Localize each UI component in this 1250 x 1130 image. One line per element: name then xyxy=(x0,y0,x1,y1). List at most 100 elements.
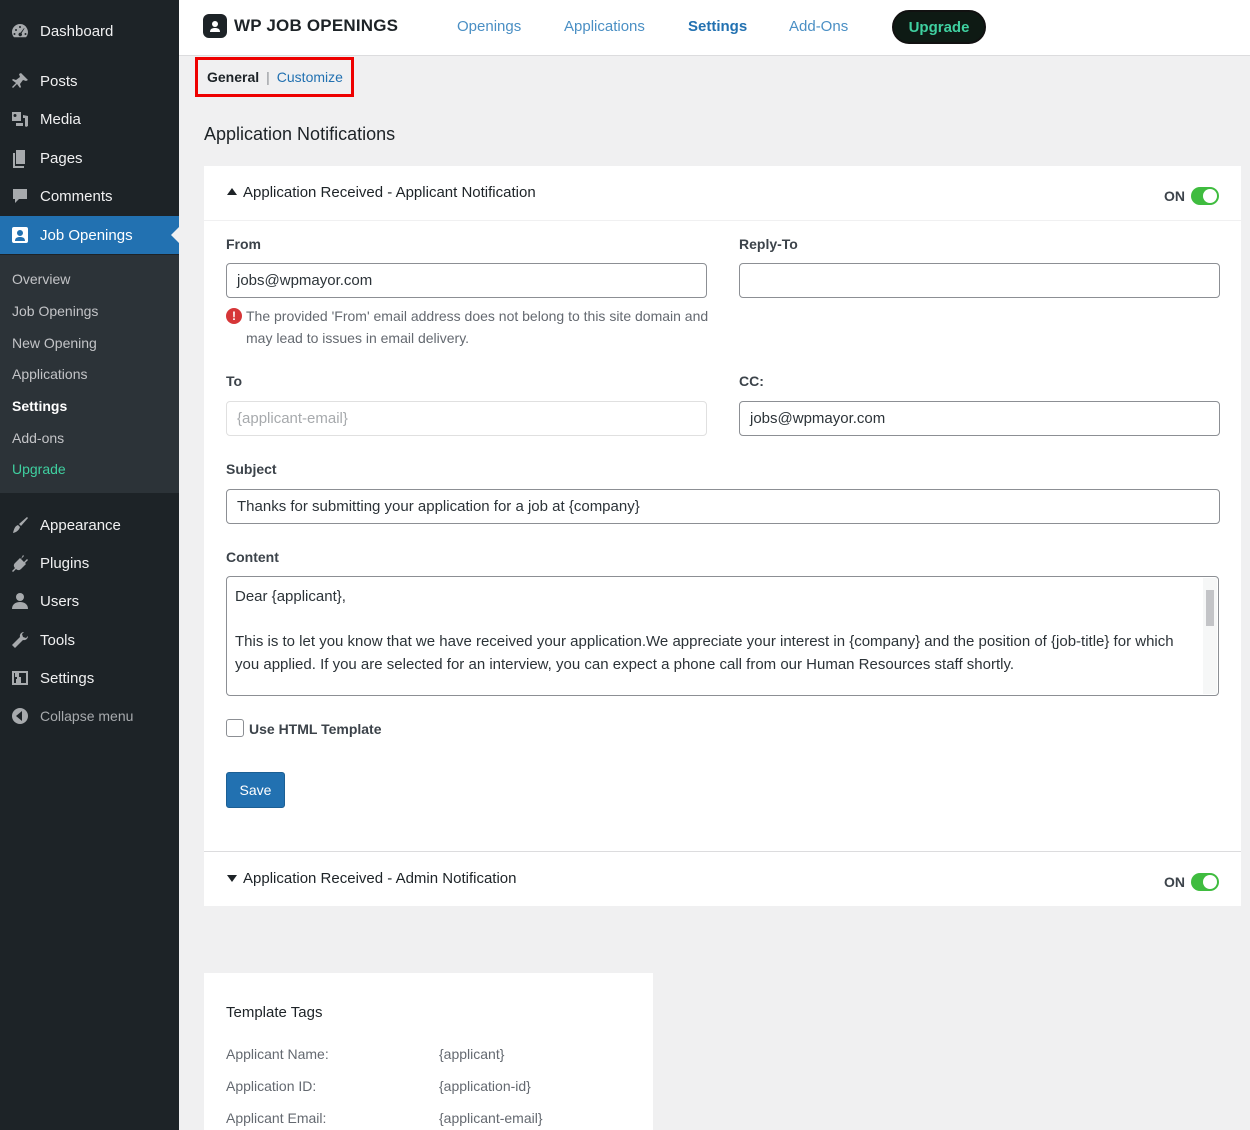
user-icon xyxy=(9,590,31,612)
caret-up-icon xyxy=(227,188,237,195)
sidebar-item-job-openings[interactable]: Job Openings xyxy=(0,216,179,254)
sidebar-collapse-menu[interactable]: Collapse menu xyxy=(0,697,179,735)
template-tags-title: Template Tags xyxy=(226,1004,323,1021)
sidebar-item-tools[interactable]: Tools xyxy=(0,621,179,659)
admin-toggle-group: ON xyxy=(1164,873,1219,891)
pages-icon xyxy=(9,147,31,169)
settings-icon xyxy=(9,667,31,689)
page-title: Application Notifications xyxy=(204,124,396,144)
dashboard-icon xyxy=(9,20,31,42)
nav-applications[interactable]: Applications xyxy=(564,18,645,35)
caret-down-icon xyxy=(227,875,237,882)
reply-to-label: Reply-To xyxy=(739,236,798,252)
nav-settings[interactable]: Settings xyxy=(688,18,747,35)
cc-field[interactable]: jobs@wpmayor.com xyxy=(739,401,1220,436)
toggle-label: ON xyxy=(1164,188,1185,204)
submenu-applications[interactable]: Applications xyxy=(12,366,88,382)
tag-key: Application ID: xyxy=(226,1078,317,1094)
subject-field[interactable]: Thanks for submitting your application f… xyxy=(226,489,1220,524)
sidebar-label: Collapse menu xyxy=(40,708,134,724)
to-label: To xyxy=(226,373,243,389)
sidebar-item-dashboard[interactable]: Dashboard xyxy=(0,12,179,50)
to-field: {applicant-email} xyxy=(226,401,707,436)
textarea-scrollbar[interactable] xyxy=(1203,578,1217,694)
submenu-upgrade[interactable]: Upgrade xyxy=(12,461,66,477)
admin-notification-title: Application Received - Admin Notificatio… xyxy=(243,870,517,887)
subject-label: Subject xyxy=(226,461,277,477)
notification-toggle-group: ON xyxy=(1164,187,1219,205)
scrollbar-thumb[interactable] xyxy=(1206,590,1214,626)
sidebar-label: Posts xyxy=(40,72,78,90)
submenu-overview[interactable]: Overview xyxy=(12,271,70,287)
job-openings-logo-icon xyxy=(203,14,227,38)
tag-value: {applicant-email} xyxy=(439,1110,543,1126)
applicant-notification-panel: Application Received - Applicant Notific… xyxy=(204,166,1241,906)
sidebar-item-posts[interactable]: Posts xyxy=(0,62,179,100)
sidebar-label: Job Openings xyxy=(40,226,133,244)
sidebar-item-media[interactable]: Media xyxy=(0,100,179,138)
toggle-label: ON xyxy=(1164,874,1185,890)
applicant-notification-toggle[interactable] xyxy=(1191,187,1219,205)
job-openings-icon xyxy=(9,224,31,246)
content-body: This is to let you know that we have rec… xyxy=(235,633,1174,673)
reply-to-field[interactable] xyxy=(739,263,1220,298)
submenu-add-ons[interactable]: Add-ons xyxy=(12,430,64,446)
sidebar-item-users[interactable]: Users xyxy=(0,582,179,620)
collapse-icon xyxy=(9,705,31,727)
submenu-new-opening[interactable]: New Opening xyxy=(12,335,97,351)
submenu-job-openings[interactable]: Job Openings xyxy=(12,303,98,319)
wrench-icon xyxy=(9,629,31,651)
sidebar-label: Dashboard xyxy=(40,22,114,40)
settings-subtabs: General | Customize xyxy=(195,57,354,97)
sidebar-label: Media xyxy=(40,110,81,128)
nav-add-ons[interactable]: Add-Ons xyxy=(789,18,848,35)
nav-openings[interactable]: Openings xyxy=(457,18,521,35)
admin-notification-panel[interactable]: Application Received - Admin Notificatio… xyxy=(204,851,1241,906)
use-html-template-checkbox[interactable] xyxy=(226,719,244,737)
warning-text: The provided 'From' email address does n… xyxy=(246,308,709,346)
from-field[interactable]: jobs@wpmayor.com xyxy=(226,263,707,298)
sidebar-label: Users xyxy=(40,592,80,610)
sidebar-item-appearance[interactable]: Appearance xyxy=(0,506,179,544)
cc-label: CC: xyxy=(739,373,764,389)
sidebar-item-pages[interactable]: Pages xyxy=(0,139,179,177)
tag-key: Applicant Name: xyxy=(226,1046,329,1062)
media-icon xyxy=(9,108,31,130)
upgrade-button[interactable]: Upgrade xyxy=(892,10,986,44)
content-textarea[interactable]: Dear {applicant}, This is to let you kno… xyxy=(226,576,1219,696)
applicant-notification-header[interactable]: Application Received - Applicant Notific… xyxy=(204,166,1241,221)
sidebar-label: Plugins xyxy=(40,554,90,572)
brand-name: WP JOB OPENINGS xyxy=(234,16,399,35)
tab-customize[interactable]: Customize xyxy=(277,69,343,85)
template-tags-panel: Template Tags Applicant Name: {applicant… xyxy=(204,973,653,1130)
tag-value: {application-id} xyxy=(439,1078,531,1094)
save-button[interactable]: Save xyxy=(226,772,285,808)
sidebar-label: Settings xyxy=(40,669,95,687)
from-label: From xyxy=(226,236,261,252)
sidebar-label: Comments xyxy=(40,187,113,205)
sidebar-item-comments[interactable]: Comments xyxy=(0,177,179,215)
notification-title: Application Received - Applicant Notific… xyxy=(243,184,536,201)
warning-icon: ! xyxy=(226,308,242,324)
pin-icon xyxy=(9,70,31,92)
content-greeting: Dear {applicant}, xyxy=(235,588,346,605)
brush-icon xyxy=(9,514,31,536)
sidebar-label: Appearance xyxy=(40,516,121,534)
plugin-header: WP JOB OPENINGS Openings Applications Se… xyxy=(179,0,1250,56)
tag-value: {applicant} xyxy=(439,1046,505,1062)
tab-general[interactable]: General xyxy=(207,69,259,85)
sidebar-item-plugins[interactable]: Plugins xyxy=(0,544,179,582)
job-openings-submenu: Overview Job Openings New Opening Applic… xyxy=(0,255,179,493)
sidebar-label: Tools xyxy=(40,631,76,649)
sidebar-label: Pages xyxy=(40,149,83,167)
use-html-template-label[interactable]: Use HTML Template xyxy=(249,721,382,737)
submenu-settings[interactable]: Settings xyxy=(12,398,67,414)
plug-icon xyxy=(9,552,31,574)
sidebar-item-settings[interactable]: Settings xyxy=(0,659,179,697)
tab-separator: | xyxy=(266,69,270,85)
admin-notification-toggle[interactable] xyxy=(1191,873,1219,891)
content-label: Content xyxy=(226,549,279,565)
from-warning: ! The provided 'From' email address does… xyxy=(226,305,716,349)
comment-icon xyxy=(9,185,31,207)
wp-job-openings-logo: WP JOB OPENINGS xyxy=(203,14,398,38)
